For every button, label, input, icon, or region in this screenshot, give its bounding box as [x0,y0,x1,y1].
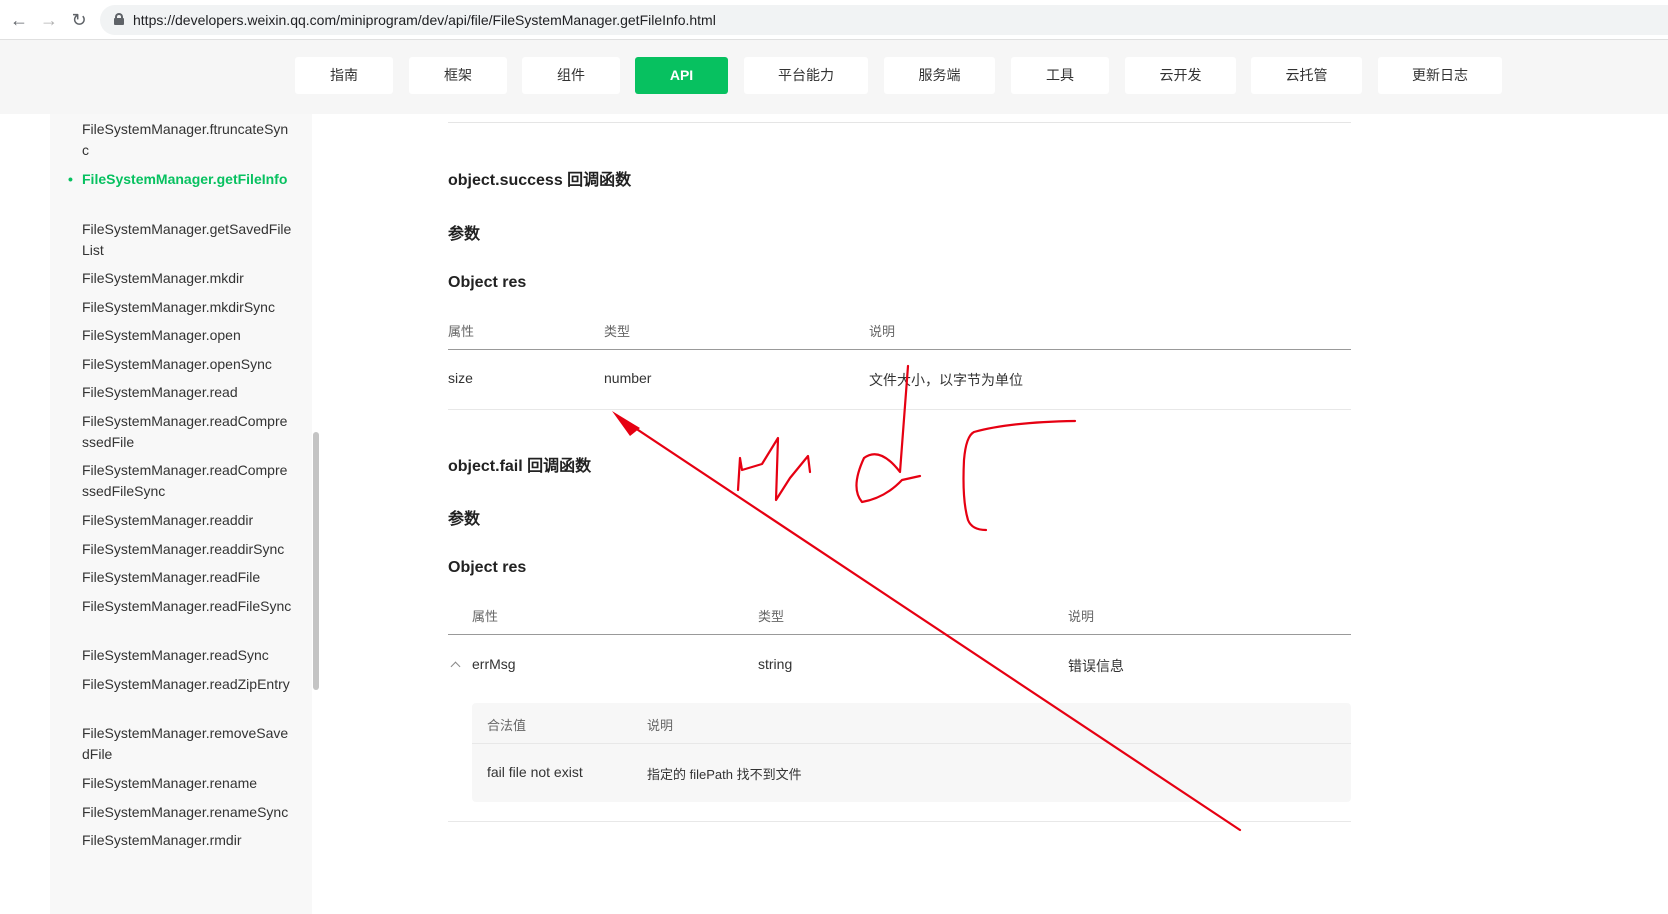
sidebar-item[interactable]: FileSystemManager.mkdirSync [82,297,292,318]
forward-icon[interactable]: → [39,10,59,30]
table-cell-type: string [758,656,793,672]
fail-object-heading: Object res [448,559,527,576]
sidebar-item[interactable]: FileSystemManager.readSync [82,645,292,666]
tab-guide[interactable]: 指南 [295,57,393,94]
sub-header-value: 合法值 [487,718,527,733]
sidebar-item[interactable]: FileSystemManager.openSync [82,354,292,375]
browser-toolbar: ← → ↻ https://developers.weixin.qq.com/m… [0,0,1668,40]
sidebar-item[interactable]: FileSystemManager.removeSavedFile [82,723,292,765]
legal-values-table: 合法值 说明 fail file not exist 指定的 filePath … [472,703,1351,802]
sidebar-item[interactable]: FileSystemManager.open [82,325,292,346]
address-bar[interactable]: https://developers.weixin.qq.com/minipro… [100,5,1668,35]
fail-params-heading: 参数 [448,511,481,528]
table-cell-property: errMsg [472,656,516,672]
sub-cell-desc: 指定的 filePath 找不到文件 [647,767,802,782]
tab-changelog[interactable]: 更新日志 [1378,57,1502,94]
table-header-desc: 说明 [1068,609,1095,624]
tab-cloud-dev[interactable]: 云开发 [1125,57,1236,94]
fail-callback-heading: object.fail 回调函数 [448,458,592,475]
url-text[interactable]: https://developers.weixin.qq.com/minipro… [133,12,716,28]
table-header-property: 属性 [448,324,475,339]
table-header-property: 属性 [472,609,499,624]
table-header-rule [448,634,1351,635]
tab-platform[interactable]: 平台能力 [744,57,868,94]
success-object-heading: Object res [448,274,527,291]
table-cell-type: number [604,370,652,386]
sidebar-item[interactable]: FileSystemManager.rename [82,773,292,794]
table-header-type: 类型 [758,609,785,624]
sub-header-desc: 说明 [647,718,674,733]
success-callback-heading: object.success 回调函数 [448,172,632,189]
tab-framework[interactable]: 框架 [409,57,507,94]
sidebar-item[interactable]: FileSystemManager.readCompressedFile [82,411,292,453]
sidebar-item[interactable]: FileSystemManager.readCompressedFileSync [82,460,292,502]
table-header-rule [448,349,1351,350]
sidebar-item[interactable]: FileSystemManager.readZipEntry [82,674,292,695]
table-header-desc: 说明 [869,324,896,339]
table-cell-property: size [448,370,473,386]
tab-cloud-hosting[interactable]: 云托管 [1251,57,1362,94]
top-navigation: 指南 框架 组件 API 平台能力 服务端 工具 云开发 云托管 更新日志 [0,40,1668,114]
sidebar-item-active[interactable]: FileSystemManager.getFileInfo [68,169,292,190]
sidebar-item[interactable]: FileSystemManager.readdir [82,510,292,531]
success-params-heading: 参数 [448,226,481,243]
tab-server[interactable]: 服务端 [884,57,995,94]
sidebar-item[interactable]: FileSystemManager.readFile [82,567,292,588]
tab-components[interactable]: 组件 [522,57,620,94]
sidebar-item[interactable]: FileSystemManager.mkdir [82,268,292,289]
table-bottom-rule [448,821,1351,822]
lock-icon [114,13,124,25]
tab-api[interactable]: API [635,57,728,94]
table-cell-desc: 文件大小，以字节为单位 [869,372,1023,388]
tab-tools[interactable]: 工具 [1011,57,1109,94]
sidebar-item[interactable]: FileSystemManager.rmdir [82,830,292,851]
sub-cell-value: fail file not exist [487,764,583,780]
sidebar-item[interactable]: FileSystemManager.readdirSync [82,539,292,560]
sidebar-item[interactable]: FileSystemManager.read [82,382,292,403]
sidebar: FileSystemManager.ftruncateSync FileSyst… [50,114,312,914]
divider [472,743,1351,744]
sidebar-item[interactable]: FileSystemManager.readFileSync [82,596,292,617]
main-content: object.success 回调函数 参数 Object res 属性 类型 … [448,114,1351,914]
sidebar-item[interactable]: FileSystemManager.getSavedFileList [82,219,292,261]
divider [448,122,1351,123]
sidebar-item[interactable]: FileSystemManager.ftruncateSync [82,119,292,161]
reload-icon[interactable]: ↻ [69,10,89,30]
back-icon[interactable]: ← [9,10,29,30]
sidebar-item[interactable]: FileSystemManager.renameSync [82,802,292,823]
table-cell-desc: 错误信息 [1068,658,1124,674]
sidebar-scrollbar[interactable] [313,432,319,690]
table-header-type: 类型 [604,324,631,339]
table-row-rule [448,409,1351,410]
chevron-up-icon[interactable] [450,659,460,669]
